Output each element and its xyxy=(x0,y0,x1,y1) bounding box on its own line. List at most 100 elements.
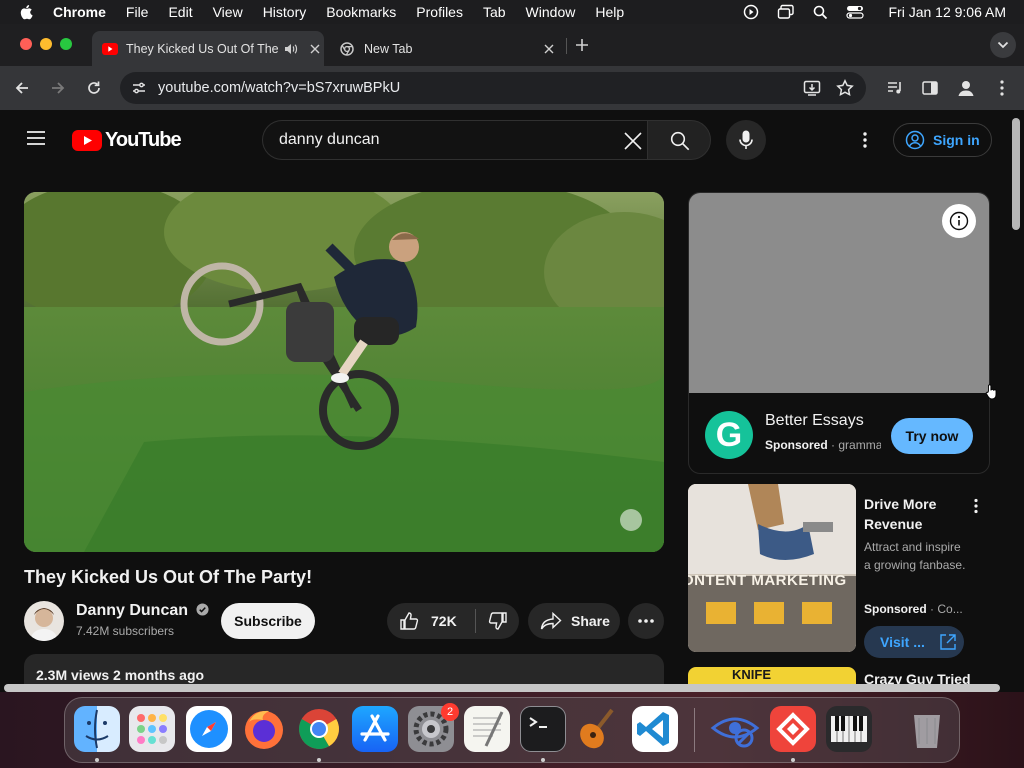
macos-dock: 2 xyxy=(64,697,960,763)
menu-tab[interactable]: Tab xyxy=(483,4,506,20)
ad-info-button[interactable] xyxy=(942,204,976,238)
share-button[interactable]: Share xyxy=(528,603,620,639)
play-circle-icon[interactable] xyxy=(743,4,759,20)
vscode-icon[interactable] xyxy=(632,706,678,752)
youtube-favicon-icon xyxy=(102,42,118,55)
dislike-button[interactable] xyxy=(476,603,519,639)
close-tab-icon[interactable] xyxy=(544,44,554,54)
rec-more-kebab-icon[interactable] xyxy=(970,498,982,514)
search-input[interactable]: danny duncan xyxy=(262,120,648,160)
spotlight-search-icon[interactable] xyxy=(813,5,828,20)
tab-new-tab[interactable]: New Tab xyxy=(330,31,562,66)
menu-edit[interactable]: Edit xyxy=(168,4,192,20)
anydesk-icon[interactable] xyxy=(770,706,816,752)
subscribe-button[interactable]: Subscribe xyxy=(221,603,315,639)
thumbnail-overlay-text: ONTENT MARKETING xyxy=(688,572,847,589)
reload-icon[interactable] xyxy=(86,80,102,96)
video-player[interactable] xyxy=(24,192,664,552)
bookmark-star-icon[interactable] xyxy=(836,79,854,97)
menu-help[interactable]: Help xyxy=(595,4,624,20)
profile-avatar-icon[interactable] xyxy=(956,78,976,98)
close-tab-icon[interactable] xyxy=(310,44,320,54)
eye-slash-glyph xyxy=(710,717,760,748)
visit-button[interactable]: Visit ... xyxy=(864,626,964,658)
textedit-icon[interactable] xyxy=(464,706,510,752)
video-frame-image xyxy=(24,192,664,552)
guitar-glyph xyxy=(580,708,614,749)
macos-menubar: Chrome File Edit View History Bookmarks … xyxy=(0,0,1024,24)
media-controls-icon[interactable] xyxy=(886,79,904,97)
address-bar[interactable]: youtube.com/watch?v=bS7xruwBPkU xyxy=(120,72,866,104)
side-panel-icon[interactable] xyxy=(921,79,939,97)
url-text[interactable]: youtube.com/watch?v=bS7xruwBPkU xyxy=(158,80,400,96)
garageband-icon[interactable] xyxy=(576,706,622,752)
running-indicator xyxy=(791,758,795,762)
channel-name[interactable]: Danny Duncan xyxy=(76,602,210,620)
finder-icon[interactable] xyxy=(74,706,120,752)
rec-sponsored-label: Sponsored xyxy=(864,602,927,616)
menu-window[interactable]: Window xyxy=(526,4,576,20)
horizontal-scrollbar-thumb[interactable] xyxy=(4,684,1000,692)
menu-profiles[interactable]: Profiles xyxy=(416,4,463,20)
running-indicator xyxy=(317,758,321,762)
trash-icon[interactable] xyxy=(904,706,950,752)
forward-arrow-icon[interactable] xyxy=(50,80,66,96)
chrome-menu-kebab-icon[interactable] xyxy=(996,79,1008,97)
view-count-and-date: 2.3M views 2 months ago xyxy=(36,667,205,683)
terminal-icon[interactable] xyxy=(520,706,566,752)
trash-can-glyph xyxy=(914,715,940,748)
menu-view[interactable]: View xyxy=(213,4,243,20)
settings-kebab-icon[interactable] xyxy=(859,131,871,149)
piano-icon[interactable] xyxy=(826,706,872,752)
tab-youtube-video[interactable]: They Kicked Us Out Of The Party! xyxy=(92,31,324,66)
tab-divider xyxy=(566,38,567,54)
vscode-glyph xyxy=(637,712,669,746)
firefox-icon[interactable] xyxy=(241,706,287,752)
notification-badge: 2 xyxy=(441,703,459,721)
launchpad-icon[interactable] xyxy=(129,706,175,752)
tab-search-button[interactable] xyxy=(990,32,1016,58)
share-label: Share xyxy=(571,613,610,629)
ad-sponsor-line: Sponsored · gramma xyxy=(765,438,881,452)
hamburger-menu-icon[interactable] xyxy=(26,130,46,146)
vertical-scrollbar-thumb[interactable] xyxy=(1012,118,1020,230)
zoom-window-button[interactable] xyxy=(60,38,72,50)
more-actions-button[interactable] xyxy=(628,603,664,639)
apple-logo-icon[interactable] xyxy=(19,4,33,20)
menu-history[interactable]: History xyxy=(263,4,307,20)
sponsored-ad-card[interactable]: G Better Essays Sponsored · gramma Try n… xyxy=(688,192,990,474)
menu-bookmarks[interactable]: Bookmarks xyxy=(326,4,396,20)
channel-avatar[interactable] xyxy=(24,601,64,641)
sign-in-button[interactable]: Sign in xyxy=(893,123,992,157)
try-now-button[interactable]: Try now xyxy=(891,418,973,454)
chrome-icon[interactable] xyxy=(296,706,342,752)
rec-title[interactable]: Drive More Revenue xyxy=(864,494,948,534)
like-button[interactable]: 72K xyxy=(387,603,475,639)
back-arrow-icon[interactable] xyxy=(14,80,30,96)
close-window-button[interactable] xyxy=(20,38,32,50)
menubar-clock[interactable]: Fri Jan 12 9:06 AM xyxy=(888,4,1006,20)
clear-search-icon[interactable] xyxy=(624,132,642,150)
control-center-icon[interactable] xyxy=(846,5,865,19)
video-title: They Kicked Us Out Of The Party! xyxy=(24,567,313,587)
menu-file[interactable]: File xyxy=(126,4,149,20)
rec-thumbnail[interactable]: ONTENT MARKETING xyxy=(688,484,856,652)
install-app-icon[interactable] xyxy=(803,79,821,97)
voice-search-button[interactable] xyxy=(726,120,766,160)
app-store-icon[interactable] xyxy=(352,706,398,752)
open-external-icon xyxy=(940,634,956,650)
rec2-thumbnail-text: KNIFE xyxy=(732,667,771,682)
thumbs-down-icon xyxy=(488,612,507,630)
minimize-window-button[interactable] xyxy=(40,38,52,50)
menu-app-name[interactable]: Chrome xyxy=(53,4,106,20)
audio-playing-icon[interactable] xyxy=(284,43,298,55)
anydesk-glyph xyxy=(776,712,810,746)
youtube-logo[interactable]: YouTube xyxy=(72,129,182,152)
ad-brand-name: Better Essays xyxy=(765,412,864,429)
site-info-tune-icon[interactable] xyxy=(132,81,146,95)
privacy-icon[interactable] xyxy=(710,706,760,752)
search-button[interactable] xyxy=(647,120,711,160)
safari-icon[interactable] xyxy=(186,706,232,752)
new-tab-plus-icon[interactable] xyxy=(575,38,589,52)
screen-mirroring-icon[interactable] xyxy=(777,4,795,20)
